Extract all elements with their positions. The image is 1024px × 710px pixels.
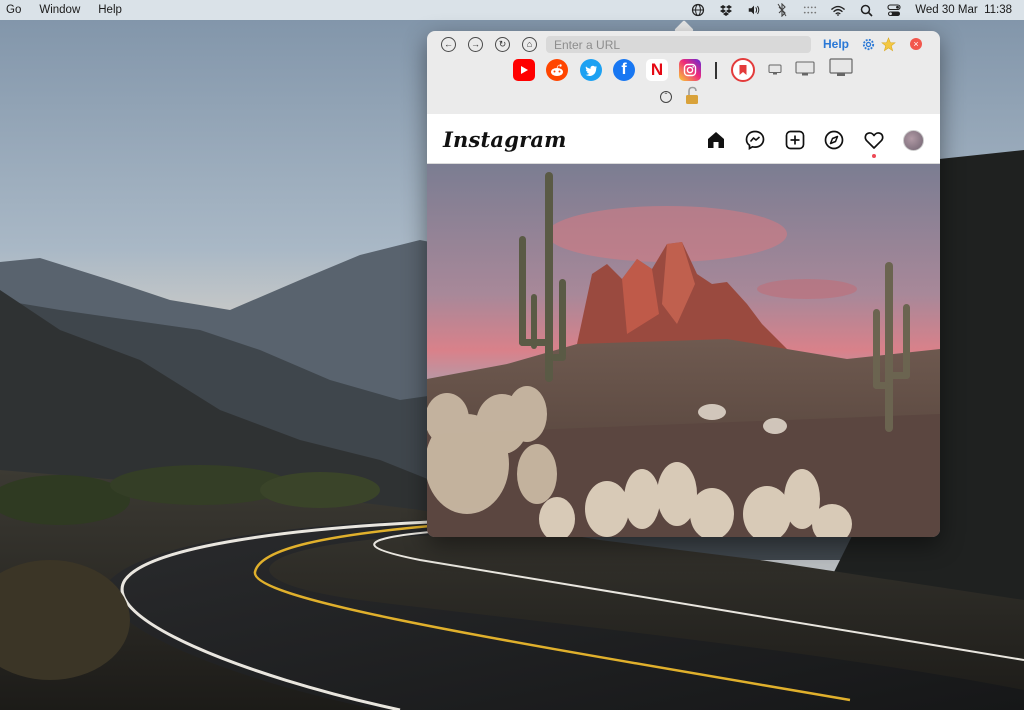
url-input[interactable] — [546, 36, 811, 53]
dropbox-icon[interactable] — [719, 3, 733, 17]
phone-size-icon[interactable] — [768, 64, 782, 76]
close-icon[interactable]: × — [910, 38, 922, 50]
messenger-icon[interactable] — [744, 129, 766, 151]
tablet-size-icon[interactable] — [795, 61, 815, 77]
wifi-icon[interactable] — [831, 3, 846, 17]
explore-compass-icon[interactable] — [823, 129, 845, 151]
profile-avatar[interactable] — [903, 130, 924, 151]
instagram-logo[interactable]: Instagram — [443, 127, 567, 152]
facebook-icon[interactable]: f — [613, 59, 635, 81]
notification-dot — [872, 154, 876, 158]
browser-toolbar: ← → ↻ ⌂ Help × f N — [427, 31, 940, 114]
volume-icon[interactable] — [747, 3, 761, 17]
forward-arrow-icon[interactable]: → — [468, 37, 483, 52]
spotlight-search-icon[interactable] — [859, 3, 873, 17]
gear-icon[interactable] — [861, 37, 876, 52]
instagram-icon[interactable] — [679, 59, 701, 81]
menubar-clock[interactable]: Wed 30 Mar 11:38 — [915, 4, 1012, 16]
menu-bar: Go Window Help Wed 30 Mar 11:38 — [0, 0, 1024, 20]
instagram-header: Instagram — [427, 114, 940, 164]
netflix-icon[interactable]: N — [646, 59, 668, 81]
back-arrow-icon[interactable]: ← — [441, 37, 456, 52]
star-icon[interactable] — [881, 37, 896, 52]
globe-icon[interactable] — [691, 3, 705, 17]
twitter-icon[interactable] — [580, 59, 602, 81]
menu-window[interactable]: Window — [39, 4, 80, 16]
collapse-toolbar-icon[interactable]: ˆ — [660, 91, 672, 103]
post-photo-desert-cacti[interactable] — [427, 164, 940, 537]
menu-go[interactable]: Go — [6, 4, 21, 16]
reddit-icon[interactable] — [546, 59, 568, 81]
desktop-size-icon[interactable] — [829, 58, 853, 78]
reload-icon[interactable]: ↻ — [495, 37, 510, 52]
youtube-icon[interactable] — [513, 59, 535, 81]
menu-help[interactable]: Help — [98, 4, 122, 16]
dots-grid-icon[interactable] — [803, 3, 817, 17]
control-center-icon[interactable] — [887, 3, 901, 17]
help-link[interactable]: Help — [823, 37, 849, 51]
home-button-icon[interactable]: ⌂ — [522, 37, 537, 52]
bluetooth-icon[interactable] — [775, 3, 789, 17]
toolbar-separator — [715, 62, 717, 79]
unlocked-padlock-icon[interactable] — [684, 86, 700, 106]
activity-heart-icon[interactable] — [863, 129, 885, 151]
bookmark-icon[interactable] — [731, 58, 755, 82]
home-icon[interactable] — [705, 129, 727, 151]
new-post-icon[interactable] — [784, 129, 806, 151]
browser-popover-window: ← → ↻ ⌂ Help × f N — [427, 31, 940, 537]
